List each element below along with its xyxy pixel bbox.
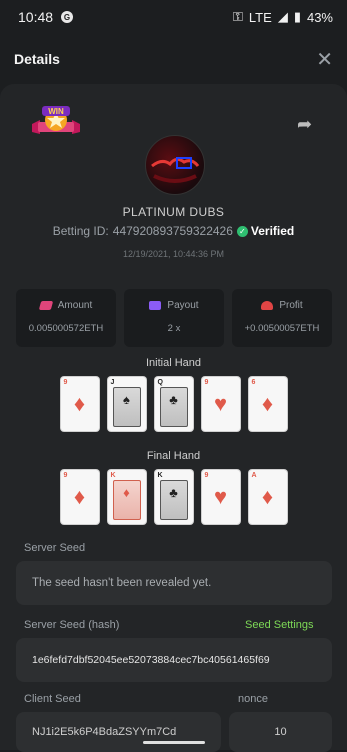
stats-row: Amount 0.005000572ETH Payout 2 x Profit … <box>16 289 332 347</box>
avatar <box>145 135 205 195</box>
close-icon[interactable]: ✕ <box>316 47 333 72</box>
timestamp: 12/19/2021, 10:44:36 PM <box>122 249 225 259</box>
seed-settings-link[interactable]: Seed Settings <box>245 619 314 631</box>
stat-payout-label: Payout <box>167 300 199 311</box>
playing-card: 6 ♦ <box>248 377 287 431</box>
card-suit-icon: ♠ <box>123 392 130 407</box>
initial-hand-title: Initial Hand <box>145 357 202 369</box>
win-badge-text: WIN <box>48 107 64 116</box>
server-hash-field[interactable]: 1e6fefd7dbf52045ee52073884cec7bc40561465… <box>16 638 332 682</box>
card-suit-icon: ♥ <box>213 484 228 509</box>
share-icon[interactable]: ➦ <box>297 114 312 135</box>
card-rank: 9 <box>204 379 209 386</box>
stat-profit-label: Profit <box>279 300 303 311</box>
playing-card: 9 ♥ <box>201 470 240 524</box>
betting-id-row: Betting ID: 447920893759322426 ✓ Verifie… <box>0 224 347 238</box>
server-seed-field: The seed hasn't been revealed yet. <box>16 561 332 605</box>
card-rank: 6 <box>251 379 256 386</box>
card-rank: J <box>110 379 115 386</box>
card-suit-icon: ♦ <box>73 484 86 509</box>
playing-card: Q ♣ <box>154 377 193 431</box>
card-rank: 9 <box>63 379 68 386</box>
betting-id-value: 447920893759322426 <box>112 224 233 238</box>
card-face-art: ♣ <box>159 480 188 520</box>
stat-payout-value: 2 x <box>167 323 181 334</box>
profit-icon <box>261 301 274 310</box>
stat-amount-value: 0.005000572ETH <box>28 323 104 334</box>
stat-payout: Payout 2 x <box>124 289 224 347</box>
key-icon: ⚿ <box>233 9 243 24</box>
playing-card: K ♣ <box>154 470 193 524</box>
home-indicator[interactable] <box>143 741 205 744</box>
card-suit-icon: ♥ <box>213 391 228 416</box>
nonce-label: nonce <box>238 693 268 705</box>
server-seed-label: Server Seed <box>24 542 86 554</box>
playing-card: 9 ♥ <box>201 377 240 431</box>
verified-badge: ✓ Verified <box>236 224 295 238</box>
card-rank: 9 <box>204 472 209 479</box>
verified-label: Verified <box>250 224 295 238</box>
client-seed-field[interactable]: NJ1i2E5k6P4BdaZSYYm7Cd <box>16 712 221 752</box>
stat-profit-value: +0.00500057ETH <box>244 323 320 334</box>
card-suit-icon: ♦ <box>73 391 86 416</box>
card-suit-icon: ♦ <box>123 485 130 500</box>
payout-icon <box>149 301 162 310</box>
server-hash-label: Server Seed (hash) <box>24 619 120 631</box>
card-suit-icon: ♣ <box>169 485 178 500</box>
stat-profit: Profit +0.00500057ETH <box>232 289 332 347</box>
status-bar: 10:48 G ⚿ LTE ◢ ▮ 43% <box>0 0 347 34</box>
client-seed-label: Client Seed <box>24 693 81 705</box>
battery-level: 43% <box>306 9 333 25</box>
amount-icon <box>38 301 53 310</box>
card-face-art: ♦ <box>112 480 141 520</box>
card-face-art: ♠ <box>112 387 141 427</box>
playing-card: J ♠ <box>107 377 146 431</box>
notification-icon: G <box>61 11 74 23</box>
playing-card: 9 ♦ <box>60 470 99 524</box>
username: PLATINUM DUBS <box>122 205 225 219</box>
card-suit-icon: ♦ <box>261 484 274 509</box>
card-suit-icon: ♣ <box>169 392 178 407</box>
final-hand-cards: 9 ♦ K ♦ K ♣ 9 ♥ A ♦ <box>0 470 347 524</box>
initial-hand-cards: 9 ♦ J ♠ Q ♣ 9 ♥ 6 ♦ <box>0 377 347 431</box>
signal-icon: ◢ <box>277 9 288 24</box>
playing-card: 9 ♦ <box>60 377 99 431</box>
nonce-field[interactable]: 10 <box>229 712 332 752</box>
page-title: Details <box>14 51 60 67</box>
playing-card: A ♦ <box>248 470 287 524</box>
playing-card: K ♦ <box>107 470 146 524</box>
network-label: LTE <box>248 9 272 25</box>
card-rank: Q <box>157 379 163 386</box>
card-rank: K <box>110 472 116 479</box>
card-face-art: ♣ <box>159 387 188 427</box>
header: Details ✕ <box>0 38 347 80</box>
status-time: 10:48 <box>18 9 54 25</box>
card-suit-icon: ♦ <box>261 391 274 416</box>
verified-check-icon: ✓ <box>236 225 248 237</box>
card-rank: 9 <box>63 472 68 479</box>
final-hand-title: Final Hand <box>146 450 201 462</box>
betting-id-label: Betting ID: <box>52 224 109 238</box>
battery-icon: ▮ <box>293 9 301 24</box>
stat-amount-label: Amount <box>57 300 93 311</box>
card-rank: K <box>157 472 163 479</box>
win-badge: WIN <box>28 104 84 144</box>
stat-amount: Amount 0.005000572ETH <box>16 289 116 347</box>
card-rank: A <box>251 472 257 479</box>
